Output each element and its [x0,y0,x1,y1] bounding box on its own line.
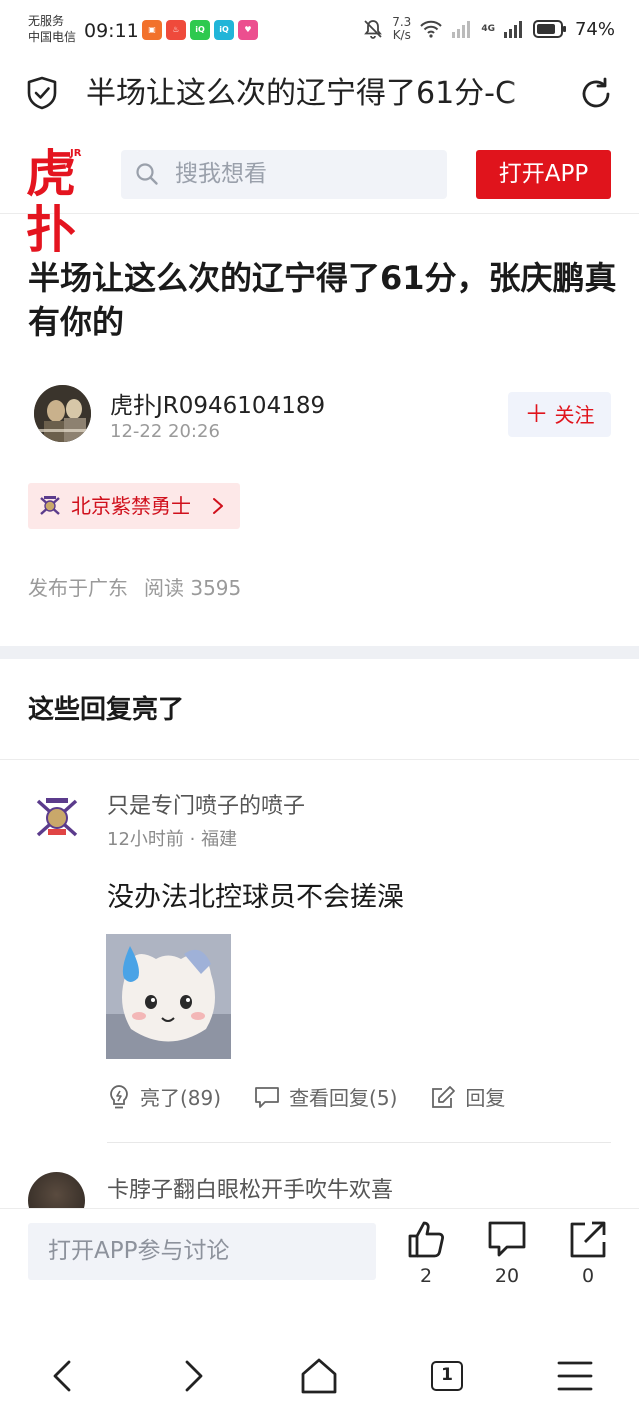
light-count: 亮了(89) [140,1086,222,1110]
thumbs-up-icon [408,1221,444,1258]
commenter-name[interactable]: 只是专门喷子的喷子 [107,788,305,820]
iqiyi-icon: iQ [214,20,234,40]
highlight-replies-title: 这些回复亮了 [28,695,185,725]
commenter-avatar[interactable] [34,795,80,841]
reply-label: 回复 [465,1086,506,1110]
share-button[interactable]: 0 [558,1219,618,1287]
view-replies-label: 查看回复(5) [289,1086,398,1110]
status-right: 7.3 K/s 4G 74% [362,16,615,42]
view-replies-button[interactable]: 查看回复(5) [254,1082,397,1111]
comment-sticker-image[interactable] [106,934,231,1059]
comment-bubble-icon [488,1221,526,1257]
commenter-name[interactable]: 卡脖子翻白眼松开手吹牛欢喜 [107,1172,393,1204]
logo-jr: JR [70,148,82,159]
team-logo-icon [40,496,60,515]
publish-location: 发布于广东 [28,576,128,600]
comment-count: 20 [494,1265,520,1287]
article-meta: 发布于广东 阅读 3595 [28,572,241,601]
carrier-line1: 无服务 [28,14,65,28]
author-avatar[interactable] [34,385,91,442]
post-time: 12-22 20:26 [110,421,220,442]
author-name[interactable]: 虎扑JR0946104189 [110,386,325,420]
notification-icons: ▣ ♨ iQ iQ ♥ [142,20,258,40]
like-count: 2 [419,1265,433,1287]
comment-text: 没办法北控球员不会搓澡 [107,882,404,913]
divider [0,759,639,760]
menu-icon[interactable] [555,1356,595,1396]
shield-check-icon[interactable] [26,76,58,110]
signal-icon [503,21,522,38]
read-count: 阅读 3595 [144,576,242,600]
sticker-art [106,934,231,1059]
follow-label: 关注 [554,403,595,427]
iqiyi-icon: iQ [190,20,210,40]
clock: 09:11 [84,20,139,42]
plus-icon: ＋ [524,400,549,428]
open-app-button[interactable]: 打开APP [476,150,611,199]
follow-button[interactable]: ＋关注 [508,392,611,437]
network-type: 4G [481,24,495,34]
reply-button[interactable]: 回复 [430,1082,505,1111]
avatar-image [34,385,91,442]
network-speed: 7.3 K/s [392,16,411,42]
logo-glyph: 虎扑 [26,144,76,259]
light-bulb-icon [110,1084,128,1108]
app-icon: ♨ [166,20,186,40]
search-input[interactable]: 搜我想看 [121,150,447,199]
light-button[interactable]: 亮了(89) [107,1082,221,1111]
hupu-logo[interactable]: 虎扑 JR [26,146,96,258]
search-icon [136,163,158,185]
speed-unit: K/s [392,28,411,42]
battery-icon [532,20,566,38]
search-placeholder: 搜我想看 [175,161,267,187]
tab-count: 1 [431,1361,463,1391]
page-title-url[interactable]: 半场让这么次的辽宁得了61分-C [86,72,552,116]
team-tag-label: 北京紫禁勇士 [71,494,191,518]
bottom-action-bar: 打开APP参与讨论 2 20 0 [0,1208,639,1318]
status-bar: 无服务 中国电信 09:11 ▣ ♨ iQ iQ ♥ 7.3 K/s 4G 74… [0,0,639,60]
site-header: 虎扑 JR 搜我想看 打开APP [0,130,639,258]
discussion-input[interactable]: 打开APP参与讨论 [28,1223,376,1280]
edit-icon [432,1085,456,1108]
mute-bell-icon [364,20,383,39]
signal-icon [452,21,471,38]
share-icon [570,1221,606,1258]
team-tag[interactable]: 北京紫禁勇士 [28,483,240,529]
reload-icon[interactable] [578,76,614,112]
browser-nav-bar: 1 [0,1340,639,1421]
app-icon: ▣ [142,20,162,40]
section-divider [0,646,639,659]
comment-actions: 亮了(89) 查看回复(5) 回复 [107,1082,538,1111]
share-count: 0 [581,1265,595,1287]
forward-icon[interactable] [172,1356,212,1396]
wifi-icon [420,20,443,38]
divider [107,1142,611,1143]
browser-address-bar: 半场让这么次的辽宁得了61分-C [0,62,639,126]
home-icon[interactable] [299,1356,339,1396]
comments-button[interactable]: 20 [477,1219,537,1287]
back-icon[interactable] [44,1356,84,1396]
app-icon: ♥ [238,20,258,40]
tabs-button[interactable]: 1 [427,1356,467,1396]
comment-bubble-icon [255,1086,279,1108]
carrier-info: 无服务 中国电信 [28,13,76,45]
carrier-line2: 中国电信 [28,30,77,44]
chevron-right-icon [213,498,223,514]
battery-percent: 74% [574,18,615,40]
comment-meta: 12小时前 · 福建 [107,829,238,850]
article-title: 半场让这么次的辽宁得了61分，张庆鹏真有你的 [28,259,617,341]
like-button[interactable]: 2 [396,1219,456,1287]
